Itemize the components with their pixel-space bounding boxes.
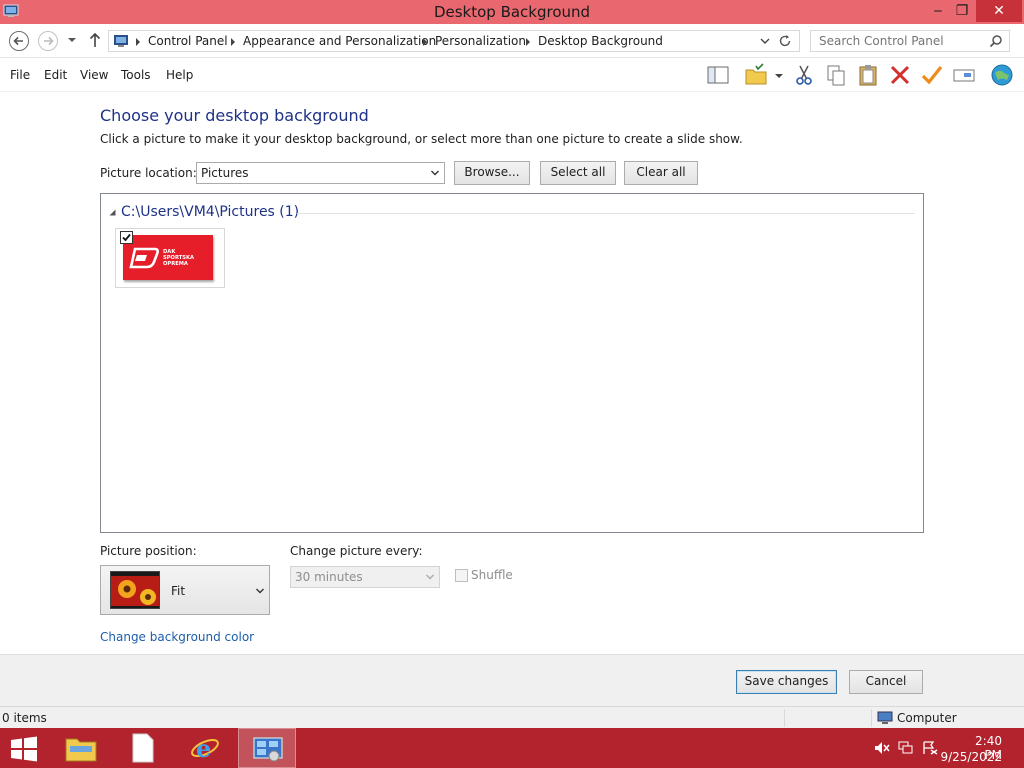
taskbar-blank-document[interactable] — [114, 728, 172, 768]
save-changes-button[interactable]: Save changes — [736, 670, 837, 694]
picture-thumbnail[interactable]: DAK SPORTSKA OPREMA — [115, 228, 225, 288]
control-panel-icon — [114, 35, 128, 47]
up-arrow-icon[interactable] — [89, 32, 101, 48]
page-title: Choose your desktop background — [100, 106, 369, 125]
maximize-button[interactable]: ❐ — [948, 0, 976, 22]
picture-location-value: Pictures — [201, 166, 249, 180]
refresh-icon[interactable] — [778, 34, 792, 48]
picture-preview: DAK SPORTSKA OPREMA — [123, 235, 213, 280]
status-item-count: 0 items — [2, 711, 47, 725]
status-bar: 0 items Computer — [0, 706, 1024, 728]
breadcrumb-desktop-background[interactable]: Desktop Background — [538, 34, 663, 48]
menu-bar: File Edit View Tools Help — [0, 58, 1024, 92]
menu-file[interactable]: File — [10, 68, 30, 82]
picture-position-label: Picture position: — [100, 544, 197, 558]
breadcrumb-separator-icon — [423, 38, 427, 46]
breadcrumb-separator-icon — [136, 38, 140, 46]
back-arrow-icon — [13, 36, 23, 46]
layout-pane-icon[interactable] — [706, 63, 730, 87]
page-subtitle: Click a picture to make it your desktop … — [100, 132, 743, 146]
search-icon[interactable] — [989, 34, 1003, 48]
picture-position-preview — [110, 571, 160, 609]
change-picture-label: Change picture every: — [290, 544, 423, 558]
document-icon — [132, 733, 154, 763]
window-title: Desktop Background — [433, 3, 591, 21]
picture-location-label: Picture location: — [100, 166, 197, 180]
shuffle-checkbox[interactable] — [455, 569, 468, 582]
picture-checkbox[interactable] — [120, 231, 133, 244]
copy-icon[interactable] — [824, 63, 848, 87]
change-background-color-link[interactable]: Change background color — [100, 630, 254, 644]
breadcrumb-separator-icon — [526, 38, 530, 46]
address-bar[interactable]: Control Panel Appearance and Personaliza… — [108, 30, 800, 52]
back-button[interactable] — [9, 31, 29, 51]
taskbar: e 2:40 PM 9/25/2022 — [0, 728, 1024, 768]
windows-start-icon[interactable] — [10, 736, 38, 762]
breadcrumb-separator-icon — [231, 38, 235, 46]
change-interval-select[interactable]: 30 minutes — [290, 566, 440, 588]
dialog-footer: Save changes Cancel — [0, 654, 1024, 706]
chevron-down-icon — [426, 574, 434, 580]
shuffle-label: Shuffle — [471, 568, 513, 582]
status-location: Computer — [897, 711, 957, 725]
checkmark-icon — [122, 233, 131, 242]
recent-pages-chevron-icon[interactable] — [67, 34, 77, 46]
chevron-down-icon — [431, 170, 439, 176]
forward-button[interactable] — [38, 31, 58, 51]
address-row: Control Panel Appearance and Personaliza… — [0, 24, 1024, 58]
search-input[interactable] — [811, 31, 987, 51]
taskbar-internet-explorer[interactable]: e — [176, 728, 234, 768]
paste-icon[interactable] — [856, 63, 880, 87]
breadcrumb-appearance[interactable]: Appearance and Personalization — [243, 34, 436, 48]
svg-text:e: e — [196, 734, 211, 763]
group-header[interactable]: C:\Users\VM4\Pictures (1) — [121, 204, 299, 220]
taskbar-file-explorer[interactable] — [52, 728, 110, 768]
main-content: Choose your desktop background Click a p… — [0, 92, 1024, 654]
title-bar: Desktop Background ‒ ❐ ✕ — [0, 0, 1024, 24]
menu-view[interactable]: View — [80, 68, 108, 82]
chevron-down-icon — [256, 588, 264, 594]
select-all-button[interactable]: Select all — [540, 161, 616, 185]
globe-icon[interactable] — [990, 63, 1014, 87]
close-button[interactable]: ✕ — [976, 0, 1022, 22]
breadcrumb-control-panel[interactable]: Control Panel — [148, 34, 228, 48]
picture-location-select[interactable]: Pictures — [196, 162, 445, 184]
taskbar-control-panel[interactable] — [238, 728, 296, 768]
change-interval-value: 30 minutes — [295, 570, 363, 584]
clock-date[interactable]: 9/25/2022 — [938, 750, 1002, 764]
menu-edit[interactable]: Edit — [44, 68, 67, 82]
folder-options-icon[interactable] — [744, 63, 768, 87]
picture-position-select[interactable]: Fit — [100, 565, 270, 615]
folder-options-chevron-icon[interactable] — [772, 63, 786, 87]
status-divider — [871, 709, 872, 727]
network-icon[interactable] — [898, 741, 914, 755]
cancel-button[interactable]: Cancel — [849, 670, 923, 694]
internet-explorer-icon: e — [191, 734, 219, 763]
address-dropdown-chevron-icon[interactable] — [759, 35, 771, 47]
control-panel-icon — [253, 737, 283, 762]
action-center-flag-icon[interactable] — [922, 741, 938, 755]
collapse-group-icon[interactable] — [109, 209, 116, 216]
breadcrumb-personalization[interactable]: Personalization — [435, 34, 526, 48]
flower-preview-image — [111, 572, 159, 608]
picture-gallery[interactable]: C:\Users\VM4\Pictures (1) DAK SPORTSKA O… — [100, 193, 924, 533]
volume-muted-icon[interactable] — [874, 741, 890, 755]
folder-icon — [65, 738, 97, 762]
menu-help[interactable]: Help — [166, 68, 193, 82]
forward-arrow-icon — [44, 36, 54, 46]
search-box[interactable] — [810, 30, 1010, 52]
menu-tools[interactable]: Tools — [121, 68, 151, 82]
group-divider — [297, 213, 915, 214]
clear-all-button[interactable]: Clear all — [624, 161, 698, 185]
cut-icon[interactable] — [792, 63, 816, 87]
computer-icon — [877, 711, 893, 724]
browse-button[interactable]: Browse... — [454, 161, 530, 185]
logo-mark-icon: DAK SPORTSKA OPREMA — [129, 247, 194, 269]
logo-text-line: OPREMA — [163, 261, 188, 267]
picture-position-value: Fit — [171, 584, 186, 598]
properties-icon[interactable] — [952, 63, 976, 87]
status-divider — [784, 709, 785, 727]
delete-icon[interactable] — [888, 63, 912, 87]
check-icon[interactable] — [920, 63, 944, 87]
